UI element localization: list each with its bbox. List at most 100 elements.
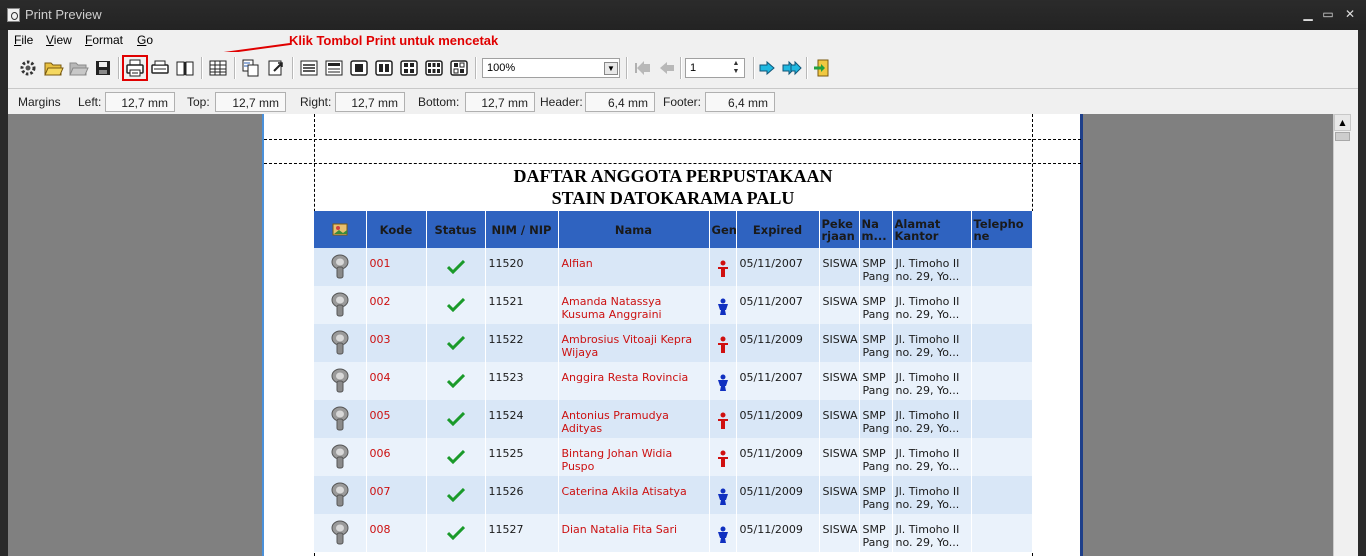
scrollbar-thumb[interactable] xyxy=(1335,132,1350,141)
two-pages-icon[interactable] xyxy=(373,57,395,79)
cell-kode[interactable]: 004 xyxy=(366,362,427,400)
cell-nim: 11525 xyxy=(485,438,559,476)
save-icon[interactable] xyxy=(92,57,114,79)
title-bar: Print Preview ▁ ▭ ✕ xyxy=(0,0,1366,30)
margins-bar: Margins Left: 12,7 mm Top: 12,7 mm Right… xyxy=(8,88,1358,114)
male-icon xyxy=(709,514,737,552)
toolbar-separator xyxy=(680,57,682,79)
margin-top-field[interactable]: 12,7 mm xyxy=(215,92,286,112)
table-row[interactable]: 007 11526 Caterina Akila Atisatya 05/11/200… xyxy=(314,476,1033,514)
client-area: File View Format Go Klik Tombol Print un… xyxy=(8,30,1358,556)
column-header-pekerjaan: Peke rjaan xyxy=(819,211,860,248)
cell-expired: 05/11/2007 xyxy=(736,286,820,324)
grid-icon[interactable] xyxy=(207,57,229,79)
member-photo-icon xyxy=(314,514,367,552)
member-photo-icon xyxy=(314,324,367,362)
member-table: Kode Status NIM / NIP Nama Gend Expired … xyxy=(314,211,1033,552)
lines-icon[interactable] xyxy=(298,57,320,79)
cell-kode[interactable]: 002 xyxy=(366,286,427,324)
cell-kode[interactable]: 003 xyxy=(366,324,427,362)
table-row[interactable]: 008 11527 Dian Natalia Fita Sari 05/11/2009… xyxy=(314,514,1033,552)
menu-format-label: ormat xyxy=(92,33,124,47)
margin-footer-field[interactable]: 6,4 mm xyxy=(705,92,775,112)
close-button[interactable]: ✕ xyxy=(1343,7,1357,21)
settings-icon[interactable] xyxy=(17,57,39,79)
menu-view[interactable]: View xyxy=(46,33,72,47)
menu-file[interactable]: File xyxy=(14,33,33,47)
cell-nama[interactable]: Alfian xyxy=(558,248,710,286)
cell-nama[interactable]: Antonius Pramudya Adityas xyxy=(558,400,710,438)
cell-nama[interactable]: Ambrosius Vitoaji Kepra Wijaya xyxy=(558,324,710,362)
page-number-input[interactable]: 1 ▲ ▼ xyxy=(685,58,745,78)
margin-right-field[interactable]: 12,7 mm xyxy=(335,92,405,112)
cell-pekerjaan: SISWA xyxy=(819,514,860,552)
cell-nama[interactable]: Dian Natalia Fita Sari xyxy=(558,514,710,552)
quick-print-icon[interactable] xyxy=(149,57,171,79)
multi-pages-icon[interactable] xyxy=(448,57,470,79)
four-pages-icon[interactable] xyxy=(398,57,420,79)
table-header-row: Kode Status NIM / NIP Nama Gend Expired … xyxy=(314,211,1033,248)
last-page-icon[interactable] xyxy=(781,57,803,79)
one-page-icon[interactable] xyxy=(348,57,370,79)
previous-page-icon xyxy=(656,57,678,79)
member-photo-icon xyxy=(314,400,367,438)
cell-nama[interactable]: Caterina Akila Atisatya xyxy=(558,476,710,514)
cell-nim: 11520 xyxy=(485,248,559,286)
column-header-gender: Gend xyxy=(709,211,737,248)
table-row[interactable]: 001 11520 Alfian 05/11/2007 SISWA SMP Pang Jl.… xyxy=(314,248,1033,286)
cell-kode[interactable]: 007 xyxy=(366,476,427,514)
zoom-value: 100% xyxy=(487,62,516,74)
column-header-photo xyxy=(314,211,367,248)
cell-kode[interactable]: 001 xyxy=(366,248,427,286)
cell-telephone xyxy=(971,362,1033,400)
table-row[interactable]: 006 11525 Bintang Johan Widia Puspo 05/11/2… xyxy=(314,438,1033,476)
cell-nama[interactable]: Anggira Resta Rovincia xyxy=(558,362,710,400)
cell-alamat: Jl. Timoho II no. 29, Yo... xyxy=(892,476,972,514)
chevron-down-icon[interactable]: ▼ xyxy=(604,62,618,75)
cell-telephone xyxy=(971,248,1033,286)
toolbar-separator xyxy=(806,57,808,79)
margin-header-field[interactable]: 6,4 mm xyxy=(585,92,655,112)
table-row[interactable]: 005 11524 Antonius Pramudya Adityas 05/11/2… xyxy=(314,400,1033,438)
open-icon[interactable] xyxy=(42,57,64,79)
next-page-icon[interactable] xyxy=(756,57,778,79)
cell-nama-instansi: SMP Pang xyxy=(859,362,893,400)
maximize-button[interactable]: ▭ xyxy=(1321,7,1335,21)
picture-icon xyxy=(332,223,348,235)
vertical-scrollbar[interactable]: ▲ xyxy=(1333,114,1351,556)
export-icon[interactable] xyxy=(265,57,287,79)
table-row[interactable]: 004 11523 Anggira Resta Rovincia 05/11/2007… xyxy=(314,362,1033,400)
menu-view-label: iew xyxy=(53,33,72,47)
scroll-up-icon[interactable]: ▲ xyxy=(1334,114,1351,131)
male-icon xyxy=(709,286,737,324)
female-icon xyxy=(709,324,737,362)
margin-top-label: Top: xyxy=(187,95,210,109)
column-header-status: Status xyxy=(426,211,486,248)
margin-left-field[interactable]: 12,7 mm xyxy=(105,92,175,112)
copy-icon[interactable] xyxy=(240,57,262,79)
exit-icon[interactable] xyxy=(812,57,834,79)
margin-bottom-field[interactable]: 12,7 mm xyxy=(465,92,535,112)
cell-telephone xyxy=(971,438,1033,476)
page-spinner[interactable]: ▲ ▼ xyxy=(729,60,743,76)
window-title: Print Preview xyxy=(25,7,102,22)
cell-kode[interactable]: 005 xyxy=(366,400,427,438)
table-row[interactable]: 002 11521 Amanda Natassya Kusuma Anggraini… xyxy=(314,286,1033,324)
menu-format[interactable]: Format xyxy=(85,33,123,47)
minimize-button[interactable]: ▁ xyxy=(1301,7,1315,21)
cell-nama[interactable]: Bintang Johan Widia Puspo xyxy=(558,438,710,476)
table-row[interactable]: 003 11522 Ambrosius Vitoaji Kepra Wijaya 05… xyxy=(314,324,1033,362)
zoom-select[interactable]: 100% ▼ xyxy=(482,58,620,78)
margin-bottom-label: Bottom: xyxy=(418,95,460,109)
cell-kode[interactable]: 008 xyxy=(366,514,427,552)
member-photo-icon xyxy=(314,438,367,476)
page-setup-icon[interactable] xyxy=(174,57,196,79)
six-pages-icon[interactable] xyxy=(423,57,445,79)
cell-kode[interactable]: 006 xyxy=(366,438,427,476)
page-icon[interactable] xyxy=(323,57,345,79)
cell-nim: 11522 xyxy=(485,324,559,362)
window-frame-right xyxy=(1358,30,1366,556)
cell-nama[interactable]: Amanda Natassya Kusuma Anggraini xyxy=(558,286,710,324)
report-subtitle: STAIN DATOKARAMA PALU xyxy=(551,188,795,208)
print-icon[interactable] xyxy=(122,55,148,81)
